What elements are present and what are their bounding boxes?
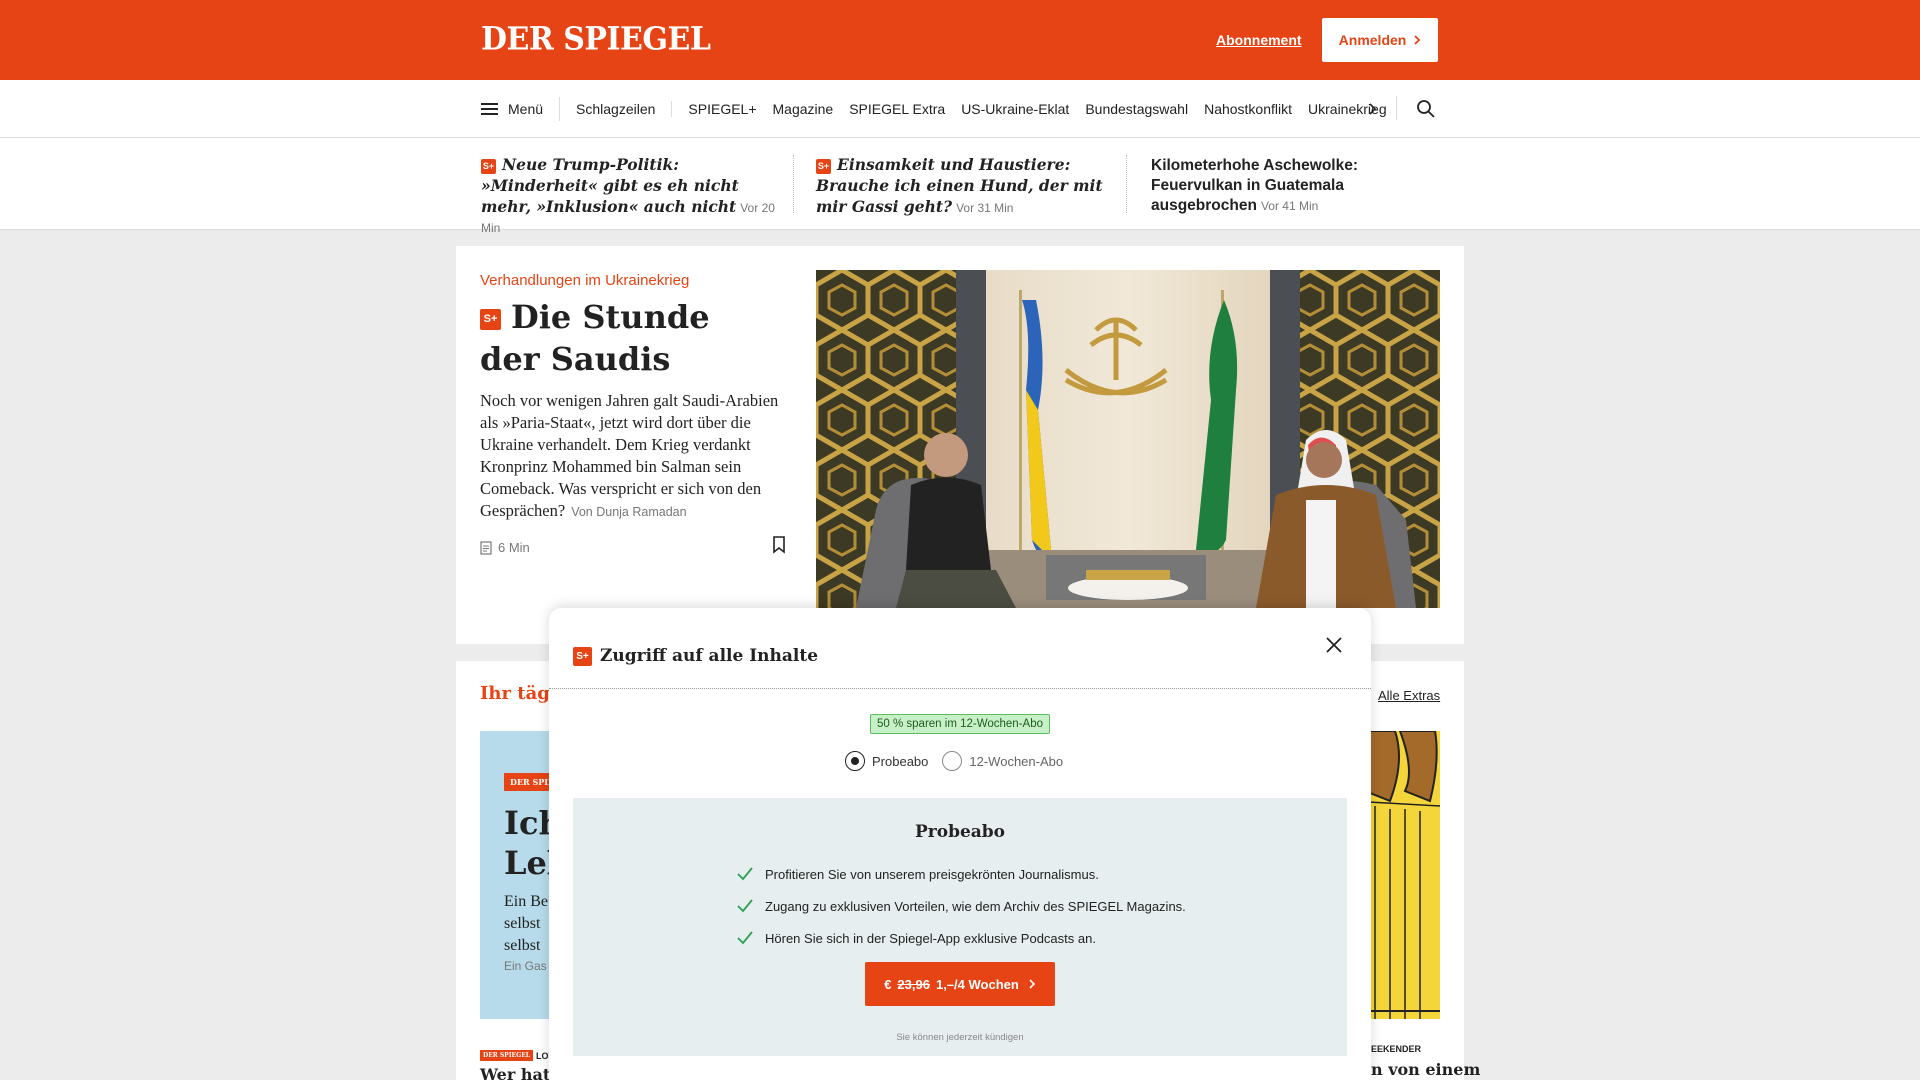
spiegel-logo[interactable]: DER SPIEGEL — [481, 21, 711, 58]
nav-item-us-ukraine[interactable]: US-Ukraine-Eklat — [953, 101, 1077, 117]
strip-headline: Kilometerhohe Aschewolke: Feuervulkan in… — [1151, 157, 1359, 214]
strip-article-3[interactable]: Kilometerhohe Aschewolke: Feuervulkan in… — [1151, 156, 1371, 216]
cta-new-price: 1,–/4 Wochen — [935, 976, 1019, 992]
checkmark-icon — [737, 931, 753, 945]
nav-scroll-chevron-icon[interactable] — [1367, 102, 1377, 116]
subscription-modal: S+ Zugriff auf alle Inhalte 50 % sparen … — [549, 608, 1371, 1080]
savings-badge: 50 % sparen im 12-Wochen-Abo — [870, 714, 1050, 734]
subscribe-button[interactable]: € 23,96 1,–/4 Wochen — [865, 962, 1055, 1006]
read-time-text: 6 Min — [498, 540, 530, 555]
plan-option-label: 12-Wochen-Abo — [969, 753, 1064, 769]
radio-empty-icon — [942, 751, 963, 771]
feature-item: Zugang zu exklusiven Vorteilen, wie dem … — [737, 890, 1186, 922]
main-nav: Menü Schlagzeilen SPIEGEL+ Magazine SPIE… — [0, 80, 1920, 138]
hamburger-icon — [481, 103, 498, 115]
login-button[interactable]: Anmelden — [1322, 18, 1438, 62]
lead-article-card[interactable]: Verhandlungen im Ukrainekrieg S+ Die Stun… — [456, 246, 1464, 644]
promo-text-line: Ein Be — [504, 893, 548, 910]
article-title-text: Die Stunde der Saudis — [480, 298, 710, 378]
modal-title: S+ Zugriff auf alle Inhalte — [573, 646, 818, 666]
plan-option-label: Probeabo — [872, 753, 929, 769]
plan-selector: Probeabo 12-Wochen-Abo — [845, 751, 1063, 771]
brand-tag: DER SPIEGEL — [480, 1050, 533, 1061]
top-header: DER SPIEGEL Abonnement Anmelden — [0, 0, 1920, 80]
nav-item-nahostkonflikt[interactable]: Nahostkonflikt — [1196, 101, 1300, 117]
feature-item: Hören Sie sich in der Spiegel-App exklus… — [737, 922, 1186, 954]
plan-option-12-wochen[interactable]: 12-Wochen-Abo — [942, 751, 1063, 771]
strip-time: Vor 41 Min — [1260, 199, 1319, 213]
nav-item-spiegel-plus[interactable]: SPIEGEL+ — [672, 101, 764, 117]
menu-button[interactable]: Menü — [481, 97, 561, 121]
article-teaser: Noch vor wenigen Jahren galt Saudi-Arabi… — [480, 390, 798, 523]
spiegel-plus-icon: S+ — [573, 646, 592, 666]
spiegel-plus-icon: S+ — [816, 158, 831, 174]
spiegel-plus-icon: S+ — [481, 158, 496, 174]
checkmark-icon — [737, 899, 753, 913]
article-kicker: Verhandlungen im Ukrainekrieg — [480, 272, 690, 289]
strip-article-1[interactable]: S+ Neue Trump-Politik: »Minderheit« gibt … — [481, 155, 779, 238]
checkmark-icon — [737, 867, 753, 881]
promo-text-line: selbst — [504, 937, 541, 954]
feature-text: Hören Sie sich in der Spiegel-App exklus… — [765, 930, 1096, 946]
plan-option-probeabo[interactable]: Probeabo — [845, 751, 928, 771]
article-author: Von Dunja Ramadan — [571, 505, 687, 519]
radio-selected-icon — [845, 751, 865, 771]
nav-item-bundestagswahl[interactable]: Bundestagswahl — [1077, 101, 1196, 117]
all-extras-link[interactable]: Alle Extras — [1378, 688, 1440, 703]
chevron-right-icon — [1029, 979, 1035, 989]
plan-details: Probeabo Profitieren Sie von unserem pre… — [573, 798, 1347, 1056]
document-icon — [480, 540, 492, 555]
teaser-title[interactable]: n von einem — [1371, 1060, 1480, 1079]
cta-currency: € — [884, 976, 892, 992]
bookmark-icon[interactable] — [772, 536, 786, 554]
search-icon[interactable] — [1416, 99, 1436, 119]
article-teaser-text: Noch vor wenigen Jahren galt Saudi-Arabi… — [480, 391, 779, 520]
lead-article-photo[interactable] — [816, 270, 1440, 608]
nav-item-spiegel-extra[interactable]: SPIEGEL Extra — [841, 101, 953, 117]
strip-article-2[interactable]: S+ Einsamkeit und Haustiere: Brauche ich … — [816, 155, 1114, 218]
feature-item: Profitieren Sie von unserem preisgekrönt… — [737, 858, 1186, 890]
promo-text: Ein Be selbst selbst — [504, 891, 548, 957]
nav-item-magazine[interactable]: Magazine — [765, 101, 842, 117]
strip-time: Vor 31 Min — [956, 201, 1014, 215]
strip-divider — [793, 155, 794, 213]
cta-old-price: 23,96 — [897, 976, 930, 992]
column-tag: EEKENDER — [1371, 1044, 1422, 1054]
menu-label: Menü — [508, 101, 544, 117]
nav-separator — [1396, 96, 1397, 120]
nav-item-schlagzeilen[interactable]: Schlagzeilen — [560, 101, 673, 117]
feature-text: Profitieren Sie von unserem preisgekrönt… — [765, 866, 1099, 882]
subscription-link[interactable]: Abonnement — [1216, 32, 1302, 48]
feature-text: Zugang zu exklusiven Vorteilen, wie dem … — [765, 898, 1186, 914]
chevron-right-icon — [1414, 35, 1421, 45]
login-button-label: Anmelden — [1338, 32, 1407, 48]
cancel-note: Sie können jederzeit kündigen — [896, 1032, 1024, 1043]
strip-divider — [1126, 155, 1127, 213]
article-title[interactable]: S+ Die Stunde der Saudis — [480, 296, 780, 380]
modal-divider — [549, 688, 1371, 689]
plan-title: Probeabo — [914, 822, 1006, 842]
nav-item-ukrainekrieg[interactable]: Ukrainekrieg — [1300, 101, 1395, 117]
spiegel-plus-icon: S+ — [480, 308, 501, 330]
promo-subline: Ein Gas — [504, 959, 547, 973]
read-time: 6 Min — [480, 540, 530, 555]
strip-headline: Neue Trump-Politik: »Minderheit« gibt es… — [481, 155, 739, 216]
close-icon[interactable] — [1324, 635, 1344, 655]
modal-title-text: Zugriff auf alle Inhalte — [600, 646, 819, 666]
feature-list: Profitieren Sie von unserem preisgekrönt… — [737, 858, 1186, 954]
promo-text-line: selbst — [504, 915, 541, 932]
